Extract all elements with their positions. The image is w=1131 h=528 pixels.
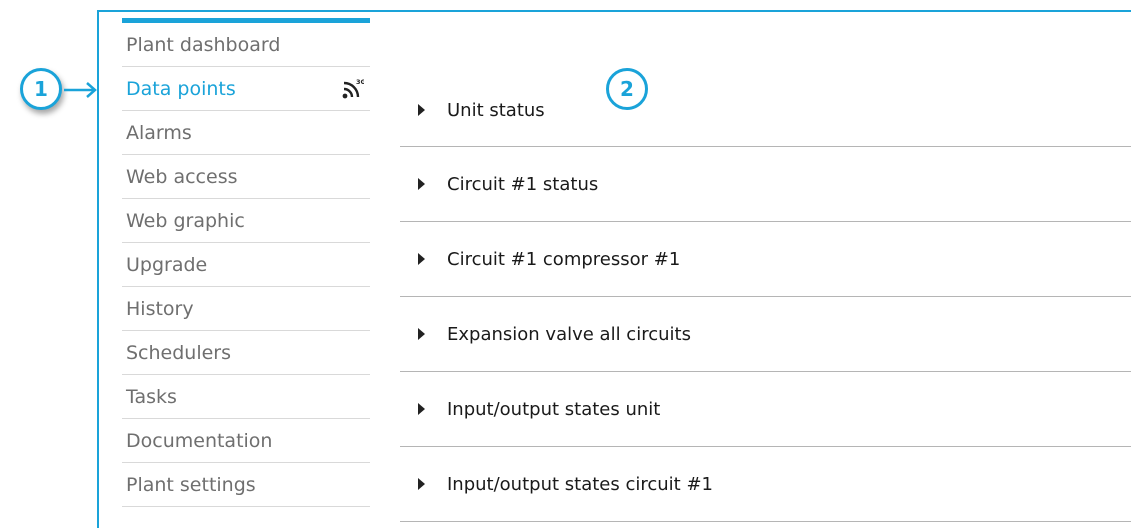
sidebar-item-label: Plant settings xyxy=(126,474,256,496)
section-label: Input/output states unit xyxy=(447,398,661,420)
section-io-states-circuit-1[interactable]: Input/output states circuit #1 xyxy=(400,447,1131,522)
sidebar-item-data-points[interactable]: Data points 3G xyxy=(122,67,370,111)
sidebar-item-label: History xyxy=(126,298,194,320)
section-label: Input/output states circuit #1 xyxy=(447,473,713,495)
expand-caret-icon xyxy=(418,328,425,340)
callout-2-badge: 2 xyxy=(606,68,648,110)
section-circuit-1-status[interactable]: Circuit #1 status xyxy=(400,147,1131,222)
section-label: Unit status xyxy=(447,99,545,121)
sidebar-item-label: Web access xyxy=(126,166,238,188)
section-label: Expansion valve all circuits xyxy=(447,323,691,345)
expand-caret-icon xyxy=(418,253,425,265)
sidebar-item-upgrade[interactable]: Upgrade xyxy=(122,243,370,287)
sidebar-item-schedulers[interactable]: Schedulers xyxy=(122,331,370,375)
sidebar-item-label: Alarms xyxy=(126,122,192,144)
callout-1-badge: 1 xyxy=(20,68,62,110)
sidebar-item-label: Web graphic xyxy=(126,210,245,232)
3g-signal-icon: 3G xyxy=(342,78,364,99)
sidebar-item-tasks[interactable]: Tasks xyxy=(122,375,370,419)
sidebar-item-web-graphic[interactable]: Web graphic xyxy=(122,199,370,243)
data-points-sections: Unit status Circuit #1 status Circuit #1… xyxy=(400,74,1131,522)
sidebar-item-label: Upgrade xyxy=(126,254,208,276)
section-io-states-unit[interactable]: Input/output states unit xyxy=(400,372,1131,447)
3g-badge-text: 3G xyxy=(356,78,364,86)
section-unit-status[interactable]: Unit status xyxy=(400,74,1131,147)
expand-caret-icon xyxy=(418,104,425,116)
expand-caret-icon xyxy=(418,478,425,490)
section-label: Circuit #1 status xyxy=(447,173,599,195)
sidebar-item-label: Documentation xyxy=(126,430,273,452)
sidebar-item-label: Schedulers xyxy=(126,342,232,364)
callout-arrow-icon xyxy=(64,82,97,98)
section-circuit-1-compressor-1[interactable]: Circuit #1 compressor #1 xyxy=(400,222,1131,297)
expand-caret-icon xyxy=(418,178,425,190)
expand-caret-icon xyxy=(418,403,425,415)
sidebar-item-plant-dashboard[interactable]: Plant dashboard xyxy=(122,23,370,67)
sidebar-item-label: Tasks xyxy=(126,386,177,408)
sidebar-item-label: Data points xyxy=(126,78,236,100)
section-label: Circuit #1 compressor #1 xyxy=(447,248,681,270)
sidebar-item-history[interactable]: History xyxy=(122,287,370,331)
sidebar-item-web-access[interactable]: Web access xyxy=(122,155,370,199)
sidebar-item-alarms[interactable]: Alarms xyxy=(122,111,370,155)
section-expansion-valve[interactable]: Expansion valve all circuits xyxy=(400,297,1131,372)
sidebar: Plant dashboard Data points 3G Alarms We… xyxy=(122,18,370,507)
sidebar-item-label: Plant dashboard xyxy=(126,34,281,56)
sidebar-item-documentation[interactable]: Documentation xyxy=(122,419,370,463)
sidebar-item-plant-settings[interactable]: Plant settings xyxy=(122,463,370,507)
